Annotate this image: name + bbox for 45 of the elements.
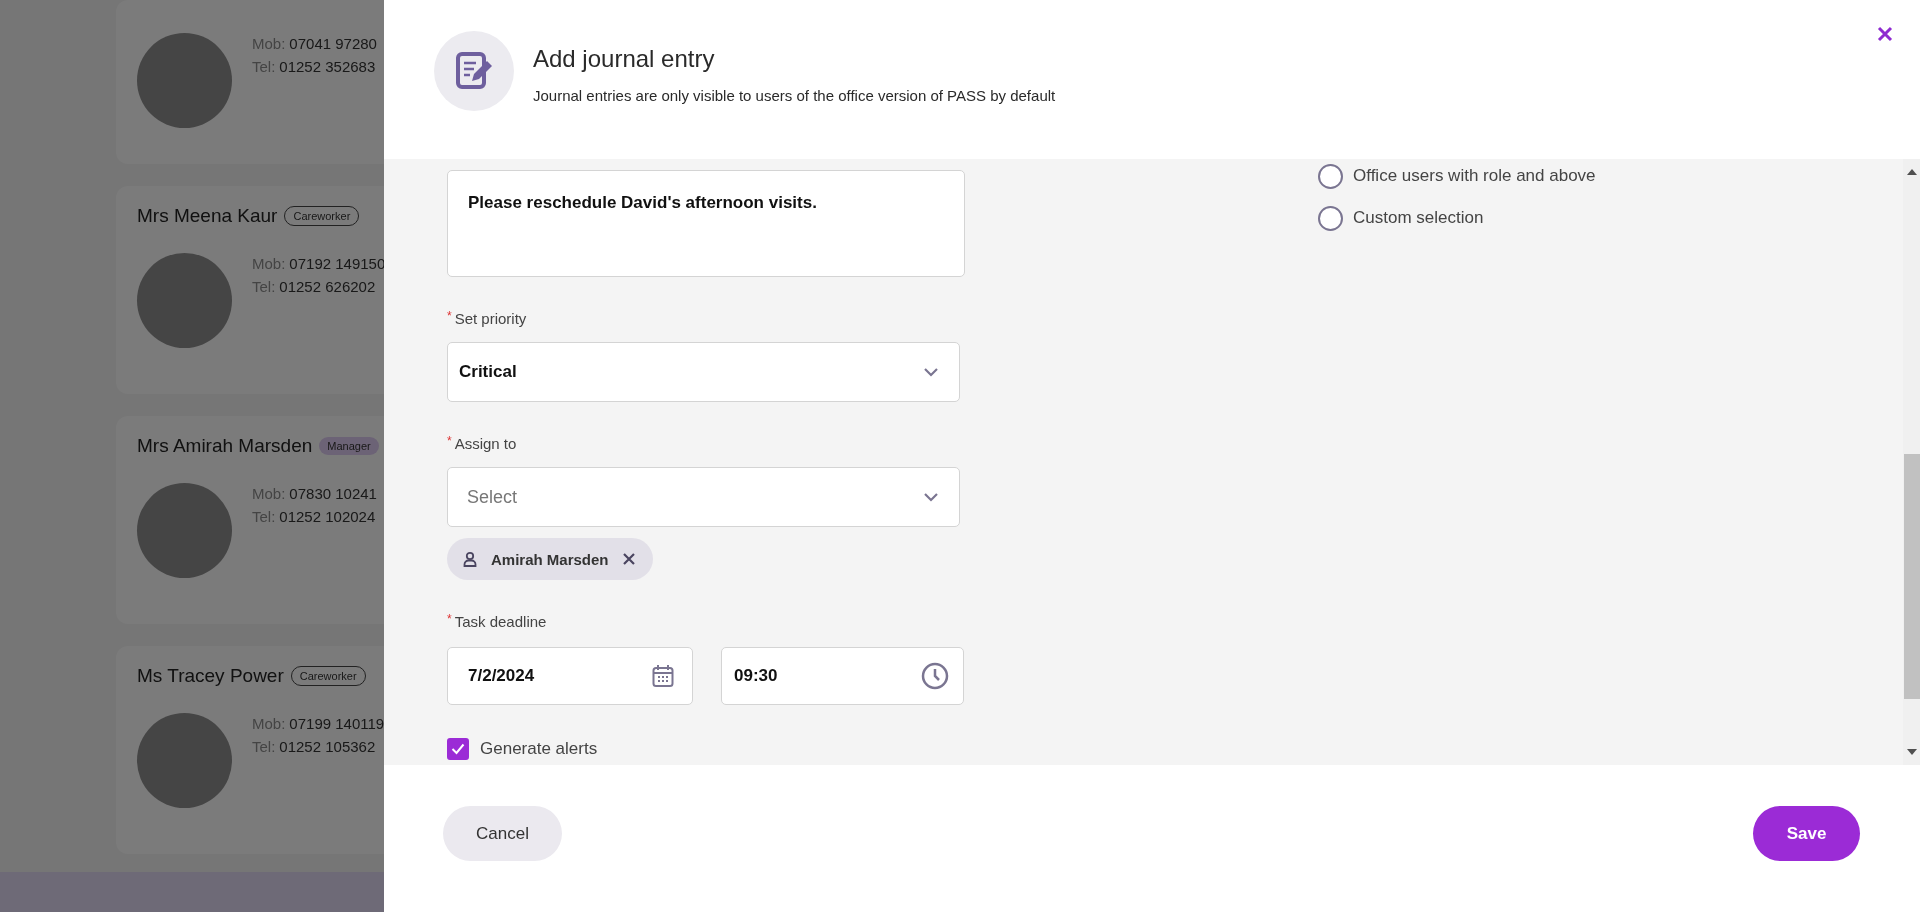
required-mark: *	[447, 435, 452, 450]
phone-number: 07830 10241	[289, 485, 377, 502]
phone-number: 01252 352683	[279, 58, 376, 75]
close-icon[interactable]	[1877, 26, 1893, 42]
phone-number: 01252 626202	[279, 278, 376, 295]
scroll-up-arrow-icon[interactable]	[1906, 169, 1917, 175]
calendar-icon	[652, 664, 674, 688]
field-label: Set priority	[454, 310, 527, 329]
scroll-down-arrow-icon[interactable]	[1906, 749, 1917, 755]
staff-name: Mrs Amirah Marsden	[137, 435, 313, 457]
phone-number: 07192 149150	[289, 255, 384, 272]
dialog-subtitle: Journal entries are only visible to users of the office version of PASS by default	[533, 87, 1056, 104]
clock-icon	[921, 662, 949, 690]
checkbox[interactable]	[447, 738, 469, 760]
radio-label: Office users with role and above	[1353, 166, 1596, 186]
radio-label: Custom selection	[1353, 208, 1484, 228]
radio-button[interactable]	[1318, 205, 1343, 231]
time-field[interactable]: 09:30	[721, 647, 964, 705]
assign-dropdown[interactable]: Select	[447, 467, 960, 527]
staff-name: Ms Tracey Power	[137, 665, 284, 687]
dialog-title: Add journal entry	[533, 45, 716, 73]
date-field[interactable]: 7/2/2024	[447, 647, 693, 705]
message-field[interactable]: Please reschedule David's afternoon visits.	[447, 170, 965, 277]
required-mark: *	[447, 310, 452, 325]
checkmark-icon	[451, 743, 465, 755]
required-mark: *	[447, 613, 452, 628]
radio-button[interactable]	[1318, 163, 1343, 189]
checkbox-label: Generate alerts	[480, 739, 598, 759]
staff-name: Mrs Meena Kaur	[137, 205, 278, 227]
chevron-down-icon	[923, 492, 939, 502]
person-icon	[463, 551, 477, 567]
assignee-chip[interactable]: Amirah Marsden	[447, 538, 653, 580]
scrollbar[interactable]	[1903, 159, 1920, 765]
phone-number: 07041 97280	[289, 35, 377, 52]
phone-number: 01252 105362	[279, 738, 376, 755]
remove-icon[interactable]	[622, 553, 635, 565]
save-button[interactable]: Save	[1753, 806, 1860, 861]
chevron-down-icon	[923, 367, 939, 377]
field-label: Assign to	[454, 435, 517, 454]
field-label: Task deadline	[454, 613, 547, 632]
phone-number: 01252 102024	[279, 508, 376, 525]
cancel-button[interactable]: Cancel	[443, 806, 562, 861]
priority-dropdown[interactable]: Critical	[447, 342, 960, 402]
role-badge: Manager	[319, 437, 379, 455]
phone-number: 07199 140119	[289, 715, 384, 732]
